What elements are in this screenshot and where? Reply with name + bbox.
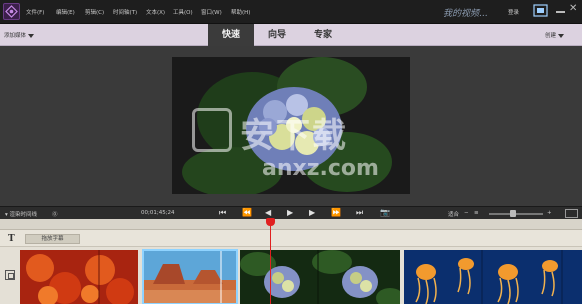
render-button[interactable]: ▾ 渲染时间线	[5, 210, 37, 218]
next-frame-icon[interactable]: ▶	[309, 209, 315, 217]
add-media-button[interactable]: 添加媒体	[4, 31, 35, 39]
menu-window[interactable]: 窗口(W)	[201, 8, 222, 16]
create-label: 创建	[545, 33, 557, 39]
playhead-handle[interactable]	[266, 218, 275, 226]
create-button[interactable]: 创建	[545, 31, 565, 39]
zoom-slider-track[interactable]	[489, 213, 543, 215]
watermark-logo	[192, 108, 232, 152]
chevron-down-icon	[558, 33, 565, 38]
render-label: 渲染时间线	[9, 212, 38, 218]
fit-button[interactable]: 适合	[448, 210, 459, 218]
chevron-down-icon	[28, 33, 35, 38]
timecode: 00;01;45;24	[141, 210, 175, 216]
help-icon[interactable]: ⓪	[52, 210, 58, 218]
camera-icon[interactable]: 📷	[380, 209, 390, 217]
menu-tools[interactable]: 工具(O)	[173, 8, 193, 16]
restore-window-icon[interactable]	[533, 4, 548, 17]
watermark-text: 安下载	[240, 116, 348, 156]
menu-file[interactable]: 文件(F)	[26, 8, 44, 16]
tab-expert[interactable]: 专家	[300, 24, 346, 46]
menu-help[interactable]: 帮助(H)	[231, 8, 250, 16]
fullscreen-icon[interactable]	[565, 209, 578, 218]
menu-text[interactable]: 文本(X)	[146, 8, 165, 16]
step-forward-icon[interactable]: ⏩	[331, 209, 341, 217]
clip-red-flowers[interactable]	[20, 250, 138, 304]
zoom-in-icon[interactable]: +	[547, 210, 552, 216]
zoom-out-icon[interactable]: −	[464, 210, 469, 216]
zoom-slider-handle[interactable]	[510, 210, 516, 217]
text-drop-zone[interactable]: 拖放字幕	[25, 234, 80, 244]
minimize-icon[interactable]	[556, 11, 565, 13]
clip-desert[interactable]	[142, 249, 238, 304]
go-to-end-icon[interactable]: ⏭	[356, 209, 363, 217]
prev-frame-icon[interactable]: ◀	[265, 209, 271, 217]
mode-tabs: 快速 向导 专家	[208, 24, 346, 46]
tab-guided[interactable]: 向导	[254, 24, 300, 46]
mode-bar: 添加媒体 快速 向导 专家 创建	[0, 24, 582, 46]
video-track	[0, 247, 582, 304]
add-media-label: 添加媒体	[4, 33, 27, 39]
sign-in-link[interactable]: 登录	[508, 8, 519, 16]
menu-clip[interactable]: 剪辑(C)	[85, 8, 104, 16]
app-logo	[3, 3, 20, 20]
clip-hydrangea[interactable]	[240, 250, 400, 304]
text-track: T 拖放字幕	[0, 230, 582, 247]
play-icon[interactable]: ▶	[287, 209, 293, 217]
playhead-line[interactable]	[270, 219, 271, 304]
step-back-icon[interactable]: ⏪	[242, 209, 252, 217]
clip-jellyfish[interactable]	[404, 250, 582, 304]
watermark-url: anxz.com	[262, 156, 379, 181]
time-ruler[interactable]	[0, 219, 582, 230]
menu-bar: 文件(F) 编辑(E) 剪辑(C) 时间轴(T) 文本(X) 工具(O) 窗口(…	[0, 0, 582, 24]
text-track-icon: T	[8, 234, 15, 244]
go-to-start-icon[interactable]: ⏮	[219, 209, 226, 217]
project-title: 我的视频...	[443, 9, 488, 19]
menu-edit[interactable]: 编辑(E)	[56, 8, 75, 16]
close-icon[interactable]: ✕	[569, 4, 577, 14]
timeline-panel: T 拖放字幕	[0, 219, 582, 304]
list-icon[interactable]: ≡	[474, 210, 479, 216]
playback-controls: ▾ 渲染时间线 ⓪ 00;01;45;24 ⏮ ⏪ ◀ ▶ ▶ ⏩ ⏭ 📷 适合…	[0, 206, 582, 219]
menu-timeline[interactable]: 时间轴(T)	[113, 8, 137, 16]
video-track-icon	[5, 270, 15, 280]
tab-quick[interactable]: 快速	[208, 24, 255, 46]
